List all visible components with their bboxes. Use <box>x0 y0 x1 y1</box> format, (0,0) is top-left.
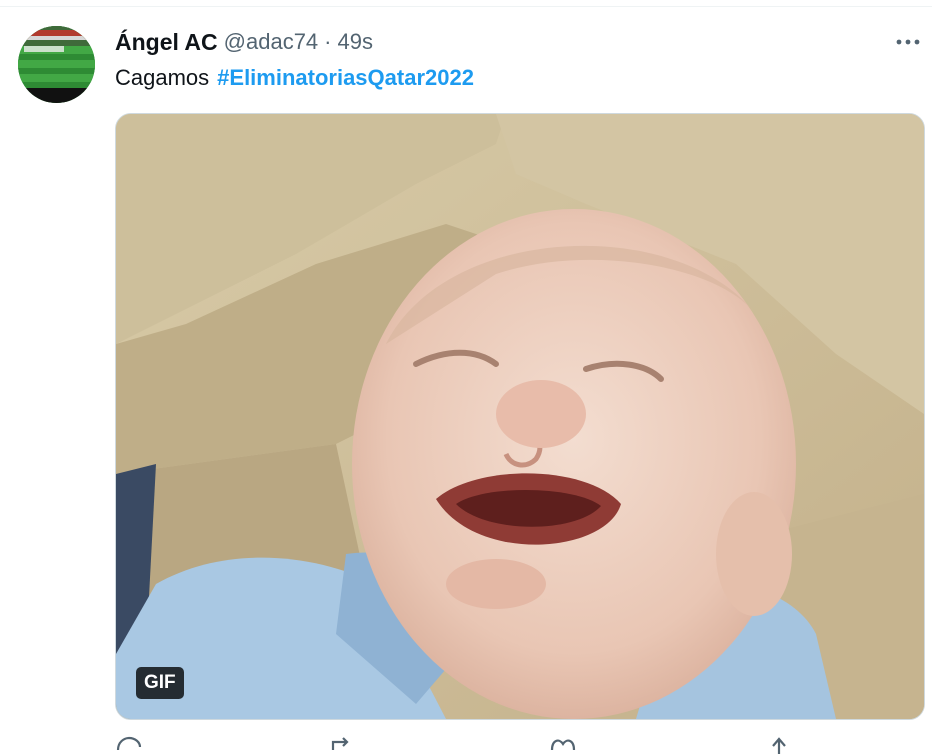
display-name[interactable]: Ángel AC <box>115 29 218 56</box>
share-button[interactable] <box>765 736 793 756</box>
timestamp[interactable]: 49s <box>338 29 373 55</box>
share-icon <box>772 737 786 754</box>
retweet-button[interactable] <box>329 736 357 756</box>
separator: · <box>324 29 332 54</box>
tweet-media-gif[interactable]: GIF <box>115 113 925 720</box>
tweet-actions <box>115 736 815 756</box>
retweet-icon <box>331 737 349 750</box>
tweet-text: Cagamos #EliminatoriasQatar2022 <box>115 63 474 93</box>
more-icon <box>896 39 920 45</box>
more-options-button[interactable] <box>888 28 928 56</box>
top-divider <box>0 6 932 7</box>
like-icon <box>550 739 576 751</box>
user-handle[interactable]: @adac74 <box>224 29 319 55</box>
avatar[interactable] <box>18 26 95 103</box>
like-button[interactable] <box>549 736 577 756</box>
crying-baby-gif <box>116 114 924 719</box>
gif-badge: GIF <box>136 667 184 699</box>
reply-button[interactable] <box>115 736 143 756</box>
tweet-text-body: Cagamos <box>115 65 210 90</box>
tweet-header: Ángel AC @adac74 · 49s <box>115 26 373 58</box>
hashtag-link[interactable]: #EliminatoriasQatar2022 <box>217 65 474 90</box>
reply-icon <box>116 736 142 751</box>
